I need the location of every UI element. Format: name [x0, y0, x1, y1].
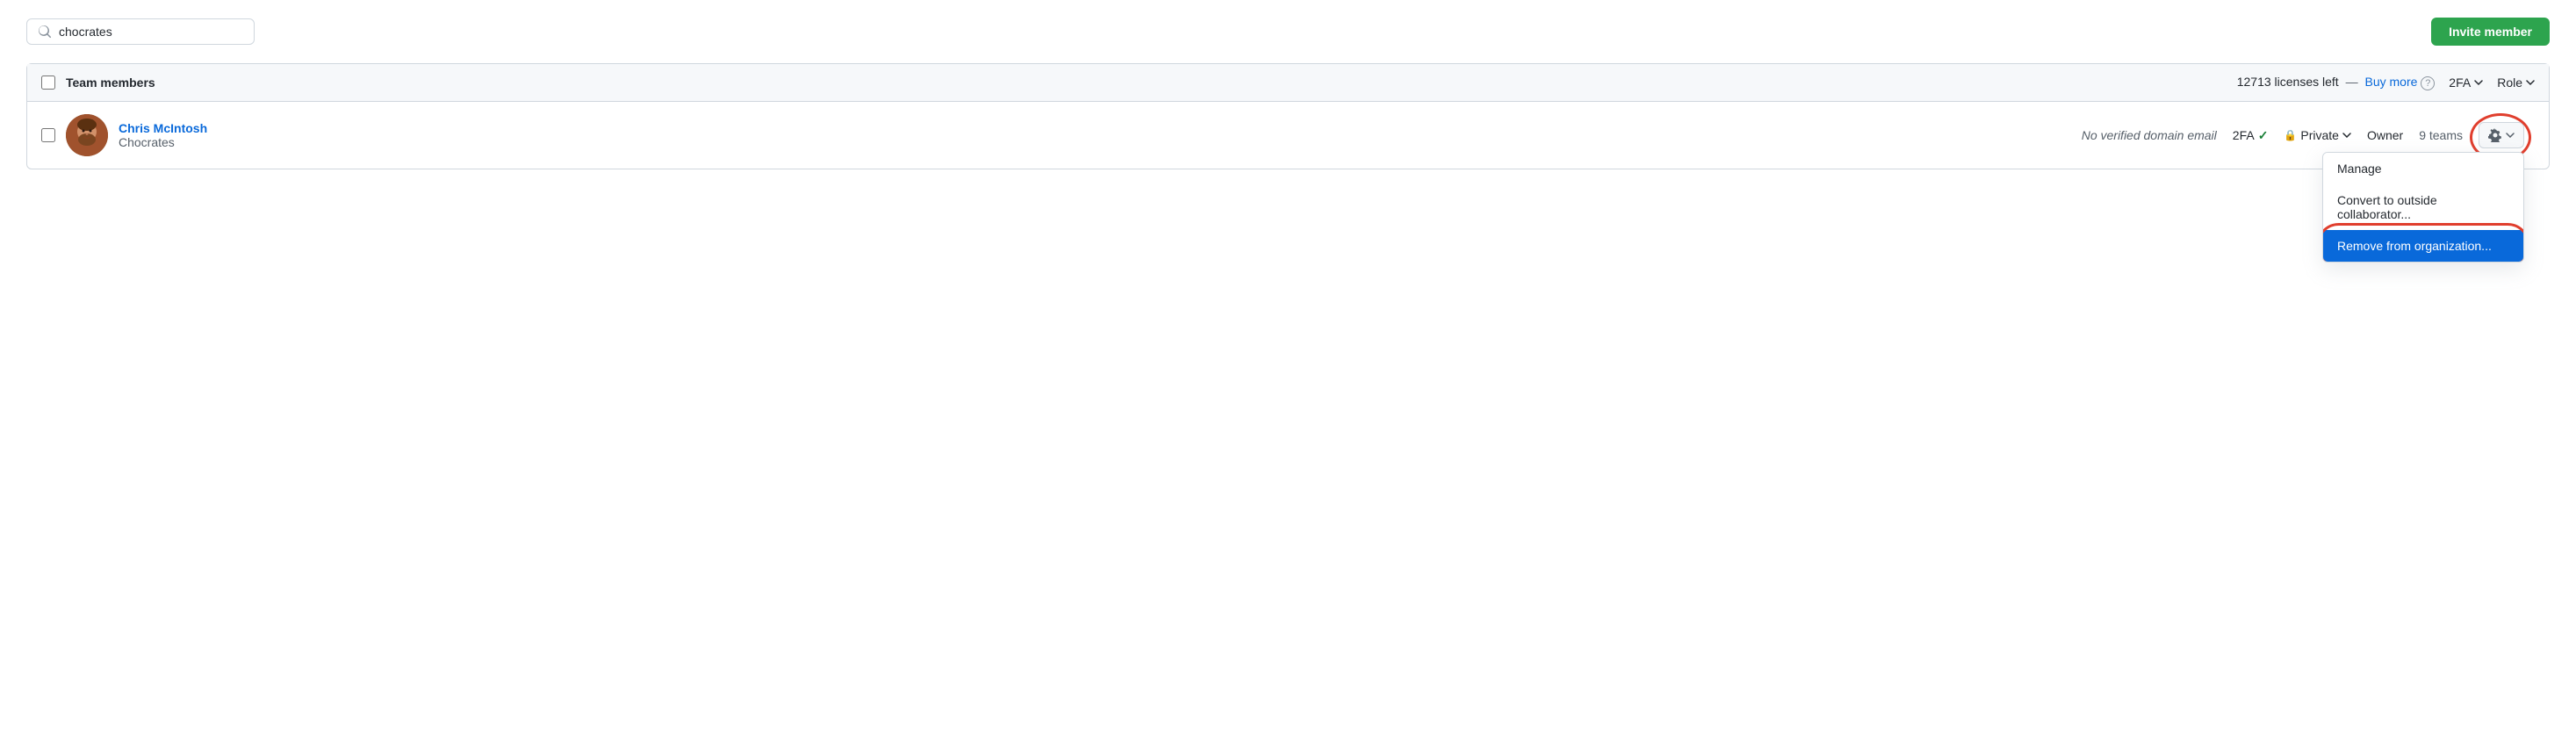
avatar: [66, 114, 108, 156]
visibility-chevron-icon: [2342, 133, 2351, 138]
search-icon: [38, 25, 52, 39]
role-filter-dropdown[interactable]: Role: [2497, 76, 2535, 90]
visibility-dropdown[interactable]: 🔒 Private: [2284, 128, 2351, 142]
remove-circle-wrapper: Remove from organization...: [2323, 230, 2523, 262]
avatar-svg: [66, 114, 108, 156]
gear-icon: [2488, 128, 2502, 142]
member-details: No verified domain email 2FA ✓ 🔒 Private…: [234, 122, 2535, 148]
no-verified-email-text: No verified domain email: [2082, 128, 2217, 142]
gear-dropdown-button[interactable]: [2479, 122, 2524, 148]
role-text: Owner: [2367, 128, 2403, 142]
remove-from-org-menu-item[interactable]: Remove from organization...: [2323, 230, 2523, 262]
role-chevron-icon: [2526, 78, 2535, 87]
check-mark-icon: ✓: [2258, 128, 2269, 143]
top-bar: Invite member: [26, 18, 2550, 46]
search-wrapper: [26, 18, 255, 45]
2fa-status: 2FA ✓: [2233, 128, 2269, 143]
avatar-image: [66, 114, 108, 156]
2fa-filter-dropdown[interactable]: 2FA: [2449, 76, 2483, 90]
manage-menu-item[interactable]: Manage: [2323, 153, 2523, 184]
table-header: Team members 12713 licenses left — Buy m…: [27, 64, 2549, 102]
licenses-text: 12713 licenses left — Buy more ?: [2237, 75, 2436, 90]
invite-member-button[interactable]: Invite member: [2431, 18, 2550, 46]
member-checkbox[interactable]: [41, 128, 55, 142]
search-input[interactable]: [59, 25, 243, 39]
gear-chevron-icon: [2506, 133, 2515, 138]
2fa-chevron-icon: [2474, 78, 2483, 87]
convert-collaborator-menu-item[interactable]: Convert to outside collaborator...: [2323, 184, 2523, 230]
gear-button-wrapper: Manage Convert to outside collaborator..…: [2479, 122, 2524, 148]
help-icon[interactable]: ?: [2421, 76, 2435, 90]
member-org: Chocrates: [119, 135, 224, 149]
lock-icon: 🔒: [2284, 129, 2297, 141]
separator: —: [2346, 75, 2358, 89]
member-name-link[interactable]: Chris McIntosh: [119, 121, 224, 135]
table-header-right: 12713 licenses left — Buy more ? 2FA Rol…: [2237, 75, 2535, 90]
buy-more-link[interactable]: Buy more: [2364, 75, 2417, 89]
member-row: Chris McIntosh Chocrates No verified dom…: [27, 102, 2549, 169]
members-table: Team members 12713 licenses left — Buy m…: [26, 63, 2550, 169]
select-all-checkbox[interactable]: [41, 76, 55, 90]
gear-dropdown-menu: Manage Convert to outside collaborator..…: [2322, 152, 2524, 263]
member-info: Chris McIntosh Chocrates: [119, 121, 224, 149]
teams-text: 9 teams: [2419, 128, 2463, 142]
table-header-title: Team members: [66, 76, 2227, 90]
